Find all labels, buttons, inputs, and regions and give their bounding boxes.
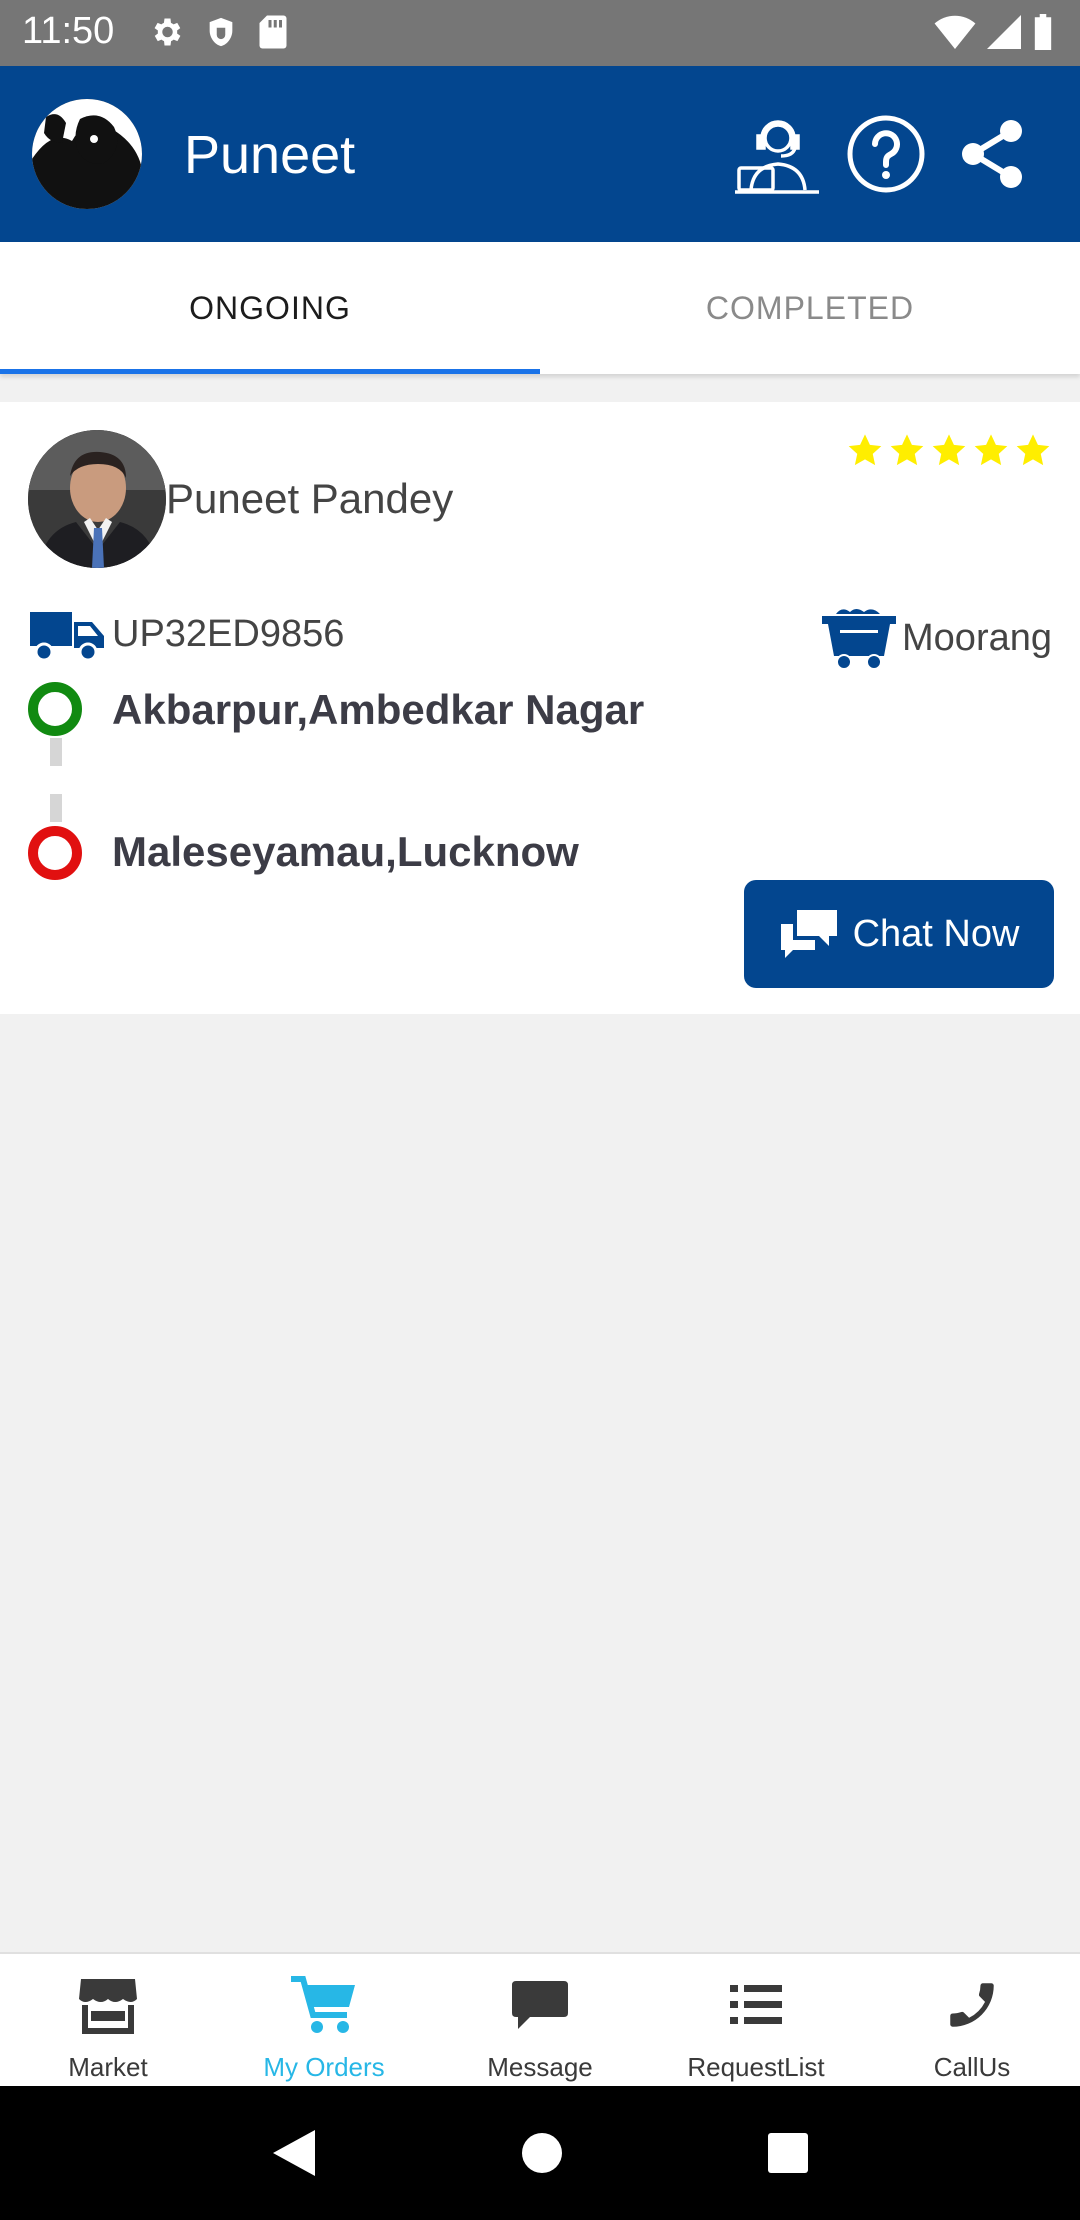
star-icon: [890, 434, 924, 466]
route-connector: [50, 738, 62, 766]
support-agent-button[interactable]: [730, 106, 826, 202]
status-bar: 11:50: [0, 0, 1080, 66]
vehicle-info: UP32ED9856: [28, 606, 344, 662]
system-nav-bar: [0, 2086, 1080, 2220]
app-bar: Puneet: [0, 66, 1080, 242]
nav-request-list-label: RequestList: [687, 2052, 825, 2082]
app-title: Puneet: [184, 125, 356, 185]
recents-icon[interactable]: [767, 2132, 809, 2174]
share-icon: [962, 120, 1022, 188]
tab-ongoing-label: ONGOING: [189, 289, 351, 326]
driver-rating: [846, 432, 1052, 470]
bottom-nav: Market My Orders Message RequestList Cal…: [0, 1952, 1080, 2086]
support-agent-icon: [735, 120, 819, 194]
chat-now-label: Chat Now: [852, 912, 1020, 955]
mine-cart-icon: [822, 609, 897, 670]
share-button[interactable]: [944, 106, 1040, 202]
nav-my-orders[interactable]: My Orders: [216, 1954, 432, 2086]
driver-photo: [28, 430, 166, 568]
gear-icon: [154, 18, 181, 46]
list-icon: [730, 1985, 782, 2024]
home-icon[interactable]: [520, 2131, 564, 2175]
truck-icon: [30, 612, 104, 662]
tab-indicator: [0, 369, 540, 374]
battery-icon: [1034, 14, 1052, 50]
chat-now-button[interactable]: Chat Now: [744, 880, 1054, 988]
nav-market[interactable]: Market: [0, 1954, 216, 2086]
order-card[interactable]: Puneet Pandey UP32ED9856 Moorang Akbarpu…: [0, 402, 1080, 1014]
profile-avatar[interactable]: [32, 99, 142, 209]
message-icon: [512, 1981, 568, 2029]
nav-message[interactable]: Message: [432, 1954, 648, 2086]
nav-my-orders-label: My Orders: [263, 2052, 385, 2082]
route-connector: [50, 794, 62, 822]
store-icon: [79, 1979, 137, 2034]
signal-icon: [987, 15, 1021, 49]
drop-marker-icon: [28, 826, 82, 880]
vehicle-number: UP32ED9856: [112, 612, 345, 655]
star-icon: [932, 434, 966, 466]
shield-icon: [209, 17, 233, 47]
pickup-marker-icon: [28, 682, 82, 736]
tab-completed-label: COMPLETED: [705, 289, 915, 326]
nav-message-label: Message: [487, 2052, 593, 2082]
status-time: 11:50: [22, 10, 115, 52]
tab-ongoing[interactable]: ONGOING: [0, 242, 540, 374]
tab-completed[interactable]: COMPLETED: [540, 242, 1080, 374]
nav-call-us[interactable]: CallUs: [864, 1954, 1080, 2086]
back-icon[interactable]: [271, 2128, 317, 2178]
nav-call-us-label: CallUs: [933, 2052, 1011, 2082]
chat-bubbles-icon: [780, 910, 837, 958]
phone-icon: [950, 1983, 994, 2027]
material-name: Moorang: [902, 616, 1052, 659]
pickup-location: Akbarpur,Ambedkar Nagar: [112, 686, 645, 733]
sd-card-icon: [259, 15, 287, 49]
material-info: Moorang: [820, 604, 1052, 672]
star-icon: [848, 434, 882, 466]
nav-market-label: Market: [68, 2052, 148, 2082]
cart-icon: [291, 1976, 355, 2033]
help-button[interactable]: [838, 106, 934, 202]
star-icon: [1016, 434, 1050, 466]
star-icon: [974, 434, 1008, 466]
nav-request-list[interactable]: RequestList: [648, 1954, 864, 2086]
drop-location: Maleseyamau,Lucknow: [112, 828, 579, 875]
driver-name: Puneet Pandey: [166, 475, 454, 522]
help-icon: [847, 115, 925, 193]
wifi-icon: [934, 15, 976, 49]
tab-bar: ONGOING COMPLETED: [0, 242, 1080, 374]
